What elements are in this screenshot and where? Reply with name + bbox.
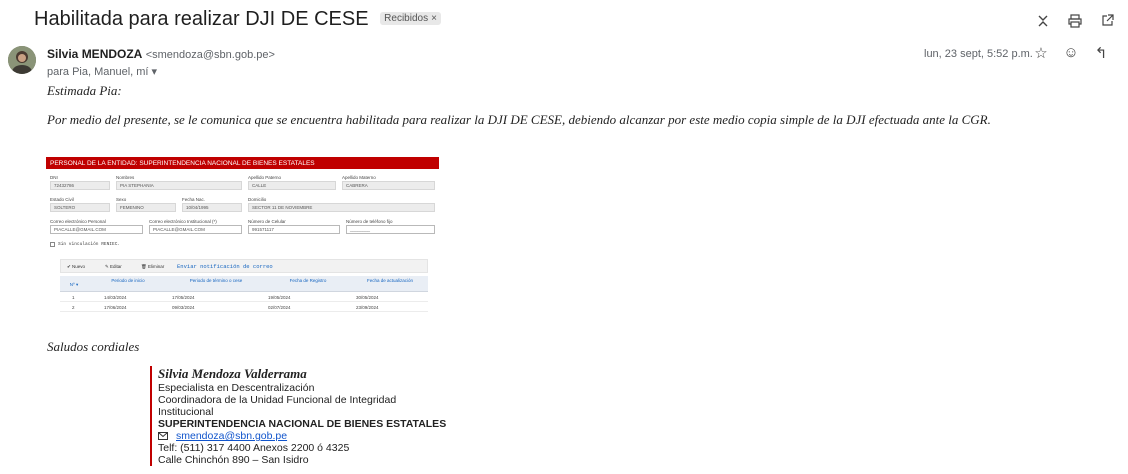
th-periodo-termino: Periodo de término o cese: [189, 278, 243, 283]
more-icon[interactable]: ⋮: [1122, 44, 1128, 62]
label-celular: Número de Celular: [248, 219, 286, 224]
th-numero: Nº ▾: [69, 282, 79, 287]
message-actions: ☆ ☺ ↰ ⋮: [1032, 44, 1128, 62]
sender-email: <smendoza@sbn.gob.pe>: [145, 49, 275, 61]
editar-button: ✎ Editar: [105, 264, 122, 269]
cell-periodo-termino: 17/05/2024: [172, 295, 195, 300]
label-nombres: Nombres: [116, 175, 135, 180]
nuevo-button: ✔ Nuevo: [67, 264, 86, 269]
signature-email-link[interactable]: smendoza@sbn.gob.pe: [176, 430, 287, 442]
cell-numero: 1: [72, 295, 75, 300]
field-correo-inst: PIACALLE@GMAIL.COM: [149, 225, 242, 234]
greeting: Estimada Pia:: [47, 83, 122, 98]
cell-periodo-inicio: 14/03/2024: [104, 295, 127, 300]
signature-phone: Telf: (511) 317 4400 Anexos 2200 ó 4325: [158, 442, 350, 454]
field-ap-materno: CABRERA: [342, 181, 435, 190]
cell-fecha-actualizacion: 30/05/2024: [356, 295, 379, 300]
body-paragraph: Por medio del presente, se le comunica q…: [47, 112, 991, 127]
label-correo-inst: Correo electrónico Institucional (*): [149, 219, 217, 224]
email-subject: Habilitada para realizar DJI DE CESE Rec…: [34, 8, 441, 31]
label-sexo: Sexo: [116, 197, 127, 202]
cell-numero: 2: [72, 305, 75, 310]
field-estado-civil: SOLTERO: [50, 203, 110, 212]
table-toolbar: ✔ Nuevo ✎ Editar 🗑 Eliminar Enviar notif…: [60, 259, 428, 273]
cell-fecha-registro: 02/07/2024: [268, 305, 291, 310]
table-header: Nº ▾ Periodo de inicio Periodo de términ…: [60, 276, 428, 292]
signature-name: Silvia Mendoza Valderrama: [158, 366, 307, 381]
signature-address: Calle Chinchón 890 – San Isidro: [158, 454, 309, 466]
field-celular: 991571117: [248, 225, 340, 234]
sender-avatar[interactable]: [8, 46, 36, 74]
inbox-label-text: Recibidos: [384, 13, 429, 24]
embedded-form-image: PERSONAL DE LA ENTIDAD: SUPERINTENDENCIA…: [46, 157, 439, 317]
label-domicilio: Domicilio: [248, 197, 267, 202]
reniec-checkbox-label: Sin vinculación RENIEC.: [58, 242, 121, 247]
remove-label-icon[interactable]: ×: [431, 13, 437, 24]
field-correo-personal: PIACALLE@GMAIL.COM: [50, 225, 143, 234]
print-icon[interactable]: [1066, 14, 1084, 32]
closing: Saludos cordiales: [47, 339, 140, 354]
label-tel-fijo: Número de teléfono fijo: [346, 219, 393, 224]
signature-block: Silvia Mendoza Valderrama Especialista e…: [150, 366, 450, 466]
cell-fecha-registro: 19/05/2024: [268, 295, 291, 300]
cell-periodo-termino: 09/03/2024: [172, 305, 195, 310]
th-fecha-actualizacion: Fecha de actualización: [366, 278, 414, 283]
label-ap-materno: Apellido Materno: [342, 175, 376, 180]
th-fecha-registro: Fecha de Registro: [289, 278, 327, 283]
top-actions: [1034, 14, 1116, 32]
form-title-bar: PERSONAL DE LA ENTIDAD: SUPERINTENDENCIA…: [46, 157, 439, 169]
sender-line: Silvia MENDOZA <smendoza@sbn.gob.pe>: [47, 47, 275, 61]
field-ap-paterno: CALLE: [248, 181, 336, 190]
signature-unit: Coordinadora de la Unidad Funcional de I…: [158, 394, 397, 418]
label-correo-personal: Correo electrónico Personal: [50, 219, 106, 224]
mail-icon: [158, 432, 168, 440]
label-estado-civil: Estado Civil: [50, 197, 74, 202]
message-date: lun, 23 sept, 5:52 p.m.: [924, 48, 1033, 60]
cell-periodo-inicio: 17/06/2024: [104, 305, 127, 310]
open-new-window-icon[interactable]: [1098, 14, 1116, 32]
field-nombres: PIA STEPHANIA: [116, 181, 242, 190]
field-domicilio: SECTOR 11 DE NOVIEMBRE: [248, 203, 435, 212]
eliminar-button: 🗑 Eliminar: [141, 264, 165, 269]
sender-name[interactable]: Silvia MENDOZA: [47, 47, 142, 61]
recipients-toggle[interactable]: para Pia, Manuel, mí ▾: [47, 65, 157, 78]
th-periodo-inicio: Periodo de inicio: [111, 278, 145, 283]
emoji-icon[interactable]: ☺: [1062, 44, 1080, 62]
enviar-notificacion-link: Enviar notificación de correo: [177, 263, 273, 270]
signature-org: SUPERINTENDENCIA NACIONAL DE BIENES ESTA…: [158, 418, 447, 430]
field-tel-fijo: ________: [346, 225, 435, 234]
label-fecha-nac: Fecha Nac.: [182, 197, 206, 202]
subject-text: Habilitada para realizar DJI DE CESE: [34, 8, 369, 30]
collapse-icon[interactable]: [1034, 14, 1052, 32]
cell-fecha-actualizacion: 23/09/2024: [356, 305, 379, 310]
signature-email-line: smendoza@sbn.gob.pe: [158, 430, 450, 442]
table-row: 1 14/03/2024 17/05/2024 19/05/2024 30/05…: [60, 293, 428, 302]
reply-icon[interactable]: ↰: [1092, 44, 1110, 62]
table-row: 2 17/06/2024 09/03/2024 02/07/2024 23/09…: [60, 303, 428, 312]
signature-role: Especialista en Descentralización: [158, 382, 315, 394]
field-dni: 72432786: [50, 181, 110, 190]
reniec-checkbox: [50, 242, 55, 247]
star-icon[interactable]: ☆: [1032, 44, 1050, 62]
field-sexo: FEMENINO: [116, 203, 176, 212]
field-fecha-nac: 10/04/1995: [182, 203, 242, 212]
inbox-label-chip[interactable]: Recibidos ×: [380, 12, 441, 25]
label-dni: DNI: [50, 175, 58, 180]
label-ap-paterno: Apellido Paterno: [248, 175, 282, 180]
